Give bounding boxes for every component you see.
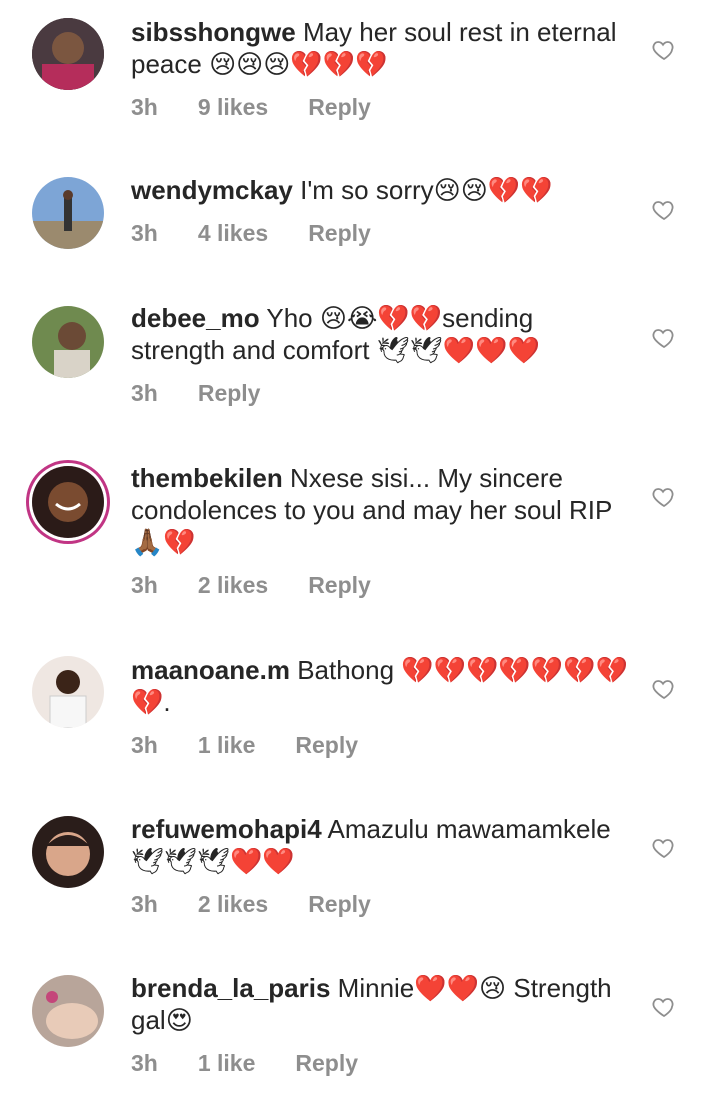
comment-likes[interactable]: 1 like: [198, 732, 256, 759]
avatar[interactable]: [32, 656, 104, 728]
comment-body: wendymckay I'm so sorry😢😢💔💔 3h 4 likes R…: [131, 174, 631, 247]
comment-emoji: 😢😢💔💔: [433, 175, 553, 205]
comment-text: Yho: [266, 303, 313, 333]
heart-outline-icon[interactable]: [652, 836, 676, 860]
comment-text: I'm so sorry: [300, 175, 434, 205]
comment-username[interactable]: debee_mo: [131, 303, 260, 333]
comment-time: 3h: [131, 1050, 158, 1076]
comment-likes[interactable]: 4 likes: [198, 220, 268, 247]
comment-emoji: ❤️❤️😢: [414, 973, 507, 1003]
comment-emoji: 🕊🕊🕊❤️❤️: [131, 846, 295, 876]
comment-time: 3h: [131, 380, 158, 406]
avatar[interactable]: [32, 18, 104, 90]
comment-username[interactable]: thembekilen: [131, 463, 283, 493]
comment-username[interactable]: maanoane.m: [131, 655, 290, 685]
comment-text: Amazulu mawamamkele: [327, 814, 611, 844]
comment-time: 3h: [131, 220, 158, 246]
comment-username[interactable]: refuwemohapi4: [131, 814, 322, 844]
comment-body: sibsshongwe May her soul rest in eternal…: [131, 16, 631, 121]
comment-emoji: 😢😭💔💔: [319, 303, 443, 333]
comment-time: 3h: [131, 94, 158, 120]
reply-button[interactable]: Reply: [308, 94, 371, 121]
heart-outline-icon[interactable]: [652, 198, 676, 222]
avatar[interactable]: [32, 177, 104, 249]
comment-body: thembekilen Nxese sisi... My sincere con…: [131, 462, 631, 599]
comment-body: maanoane.m Bathong 💔💔💔💔💔💔💔💔. 3h 1 like R…: [131, 654, 631, 759]
avatar[interactable]: [32, 466, 104, 538]
heart-outline-icon[interactable]: [652, 38, 676, 62]
comment-username[interactable]: sibsshongwe: [131, 17, 296, 47]
heart-outline-icon[interactable]: [652, 485, 676, 509]
reply-button[interactable]: Reply: [198, 380, 261, 407]
comment-text: Minnie: [337, 973, 415, 1003]
heart-outline-icon[interactable]: [652, 326, 676, 350]
comment-likes[interactable]: 1 like: [198, 1050, 256, 1077]
comment-time: 3h: [131, 732, 158, 758]
comment-body: brenda_la_paris Minnie❤️❤️😢 Strength gal…: [131, 972, 631, 1077]
heart-outline-icon[interactable]: [652, 995, 676, 1019]
avatar[interactable]: [32, 975, 104, 1047]
comment-time: 3h: [131, 891, 158, 917]
comment-emoji-2: 🕊🕊❤️❤️❤️: [376, 335, 540, 365]
avatar[interactable]: [32, 306, 104, 378]
comment-emoji: 🙏🏾💔: [131, 527, 196, 557]
reply-button[interactable]: Reply: [295, 732, 358, 759]
reply-button[interactable]: Reply: [308, 891, 371, 918]
comment-time: 3h: [131, 572, 158, 598]
comment-username[interactable]: brenda_la_paris: [131, 973, 330, 1003]
comment-likes[interactable]: 9 likes: [198, 94, 268, 121]
reply-button[interactable]: Reply: [308, 572, 371, 599]
comment-username[interactable]: wendymckay: [131, 175, 293, 205]
comment-body: refuwemohapi4 Amazulu mawamamkele 🕊🕊🕊❤️❤…: [131, 813, 631, 918]
comment-likes[interactable]: 2 likes: [198, 572, 268, 599]
comment-emoji: 😢😢😢💔💔💔: [209, 49, 388, 79]
comment-emoji-2: 😍: [165, 1005, 193, 1035]
comment-body: debee_mo Yho 😢😭💔💔sending strength and co…: [131, 302, 631, 407]
comment-likes[interactable]: 2 likes: [198, 891, 268, 918]
reply-button[interactable]: Reply: [295, 1050, 358, 1077]
comment-text: Bathong: [297, 655, 395, 685]
avatar[interactable]: [32, 816, 104, 888]
reply-button[interactable]: Reply: [308, 220, 371, 247]
heart-outline-icon[interactable]: [652, 677, 676, 701]
